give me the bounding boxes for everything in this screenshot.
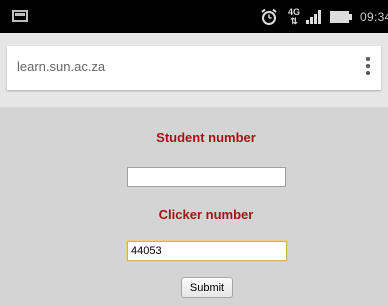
image-thumbnail-icon [12, 10, 28, 22]
address-bar[interactable]: learn.sun.ac.za [7, 46, 381, 90]
clicker-number-label: Clicker number [158, 207, 254, 222]
signal-icon [306, 9, 322, 24]
student-number-input[interactable] [127, 167, 286, 187]
more-vertical-icon[interactable] [364, 57, 372, 79]
network-type-badge: 4G ⇅ [288, 6, 301, 26]
battery-icon [330, 10, 352, 23]
browser-toolbar: learn.sun.ac.za [0, 33, 388, 107]
alarm-clock-icon [260, 8, 278, 26]
status-clock: 09:34 [360, 9, 388, 24]
submit-button[interactable]: Submit [181, 277, 233, 298]
clicker-number-input[interactable] [127, 241, 287, 261]
status-bar: 4G⇅ 09:34 [0, 0, 388, 33]
status-icons: 4G⇅ 09:34 [260, 0, 388, 33]
page-content: Student number Clicker number Submit [0, 107, 388, 306]
student-number-label: Student number [156, 130, 256, 145]
url-text[interactable]: learn.sun.ac.za [17, 59, 105, 74]
